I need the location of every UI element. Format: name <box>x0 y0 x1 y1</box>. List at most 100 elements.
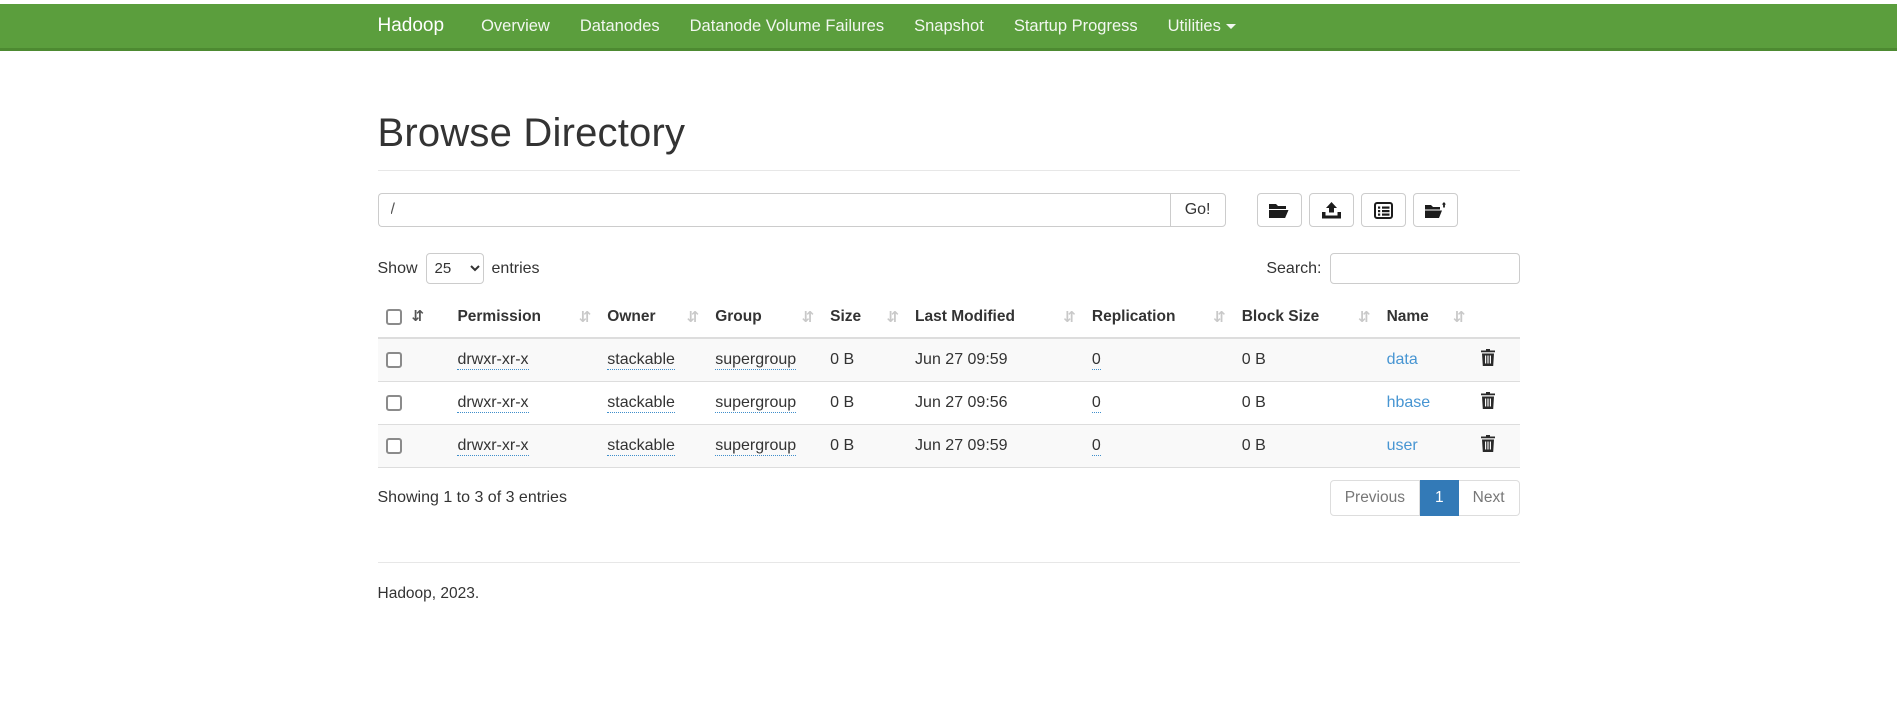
group-value[interactable]: supergroup <box>715 394 796 413</box>
sort-icon: ⇵ <box>1213 308 1226 326</box>
sort-icon: ⇵ <box>579 308 592 326</box>
owner-value[interactable]: stackable <box>607 394 675 413</box>
header-name-label: Name <box>1387 308 1429 325</box>
block-size-value: 0 B <box>1242 351 1266 368</box>
entries-label: entries <box>492 260 540 278</box>
folder-upload-button[interactable] <box>1413 193 1458 227</box>
top-navbar: Hadoop Overview Datanodes Datanode Volum… <box>0 4 1897 51</box>
block-size-value: 0 B <box>1242 437 1266 454</box>
page-title: Browse Directory <box>378 111 1520 156</box>
permission-value[interactable]: drwxr-xr-x <box>457 394 528 413</box>
header-delete <box>1473 298 1519 338</box>
header-name[interactable]: Name ⇵ <box>1379 298 1474 338</box>
block-size-value: 0 B <box>1242 394 1266 411</box>
size-value: 0 B <box>830 394 854 411</box>
permission-value[interactable]: drwxr-xr-x <box>457 437 528 456</box>
table-row: drwxr-xr-x stackable supergroup 0 B Jun … <box>378 338 1520 382</box>
trash-icon <box>1481 397 1495 412</box>
header-last-modified-label: Last Modified <box>915 308 1015 325</box>
path-input-group: Go! <box>378 193 1226 227</box>
divider <box>378 170 1520 171</box>
create-directory-button[interactable] <box>1257 193 1302 227</box>
table-header-row: ⇵ Permission ⇵ Owner ⇵ Group ⇵ Size ⇵ Last M… <box>378 298 1520 338</box>
entries-summary: Showing 1 to 3 of 3 entries <box>378 489 567 507</box>
header-permission-label: Permission <box>457 308 541 325</box>
chevron-down-icon <box>1226 24 1236 29</box>
sort-active-icon: ⇵ <box>412 308 425 325</box>
row-checkbox[interactable] <box>386 395 402 411</box>
group-value[interactable]: supergroup <box>715 351 796 370</box>
nav-item-startup-progress[interactable]: Startup Progress <box>999 5 1153 48</box>
nav-item-datanode-volume-failures[interactable]: Datanode Volume Failures <box>675 5 899 48</box>
owner-value[interactable]: stackable <box>607 351 675 370</box>
header-replication[interactable]: Replication ⇵ <box>1084 298 1234 338</box>
sort-icon: ⇵ <box>886 308 899 326</box>
upload-icon <box>1322 202 1341 219</box>
header-permission[interactable]: Permission ⇵ <box>449 298 599 338</box>
header-owner-label: Owner <box>607 308 655 325</box>
delete-button[interactable] <box>1481 392 1495 409</box>
replication-value[interactable]: 0 <box>1092 394 1101 413</box>
pagination: Previous 1 Next <box>1330 480 1520 516</box>
file-list-button[interactable] <box>1361 193 1406 227</box>
row-checkbox[interactable] <box>386 352 402 368</box>
modified-value: Jun 27 09:56 <box>915 394 1008 411</box>
nav-item-snapshot[interactable]: Snapshot <box>899 5 999 48</box>
page-size-select[interactable]: 25 <box>426 253 484 284</box>
sort-icon: ⇵ <box>1063 308 1076 326</box>
sort-icon: ⇵ <box>802 308 815 326</box>
previous-page-button[interactable]: Previous <box>1330 480 1420 516</box>
modified-value: Jun 27 09:59 <box>915 351 1008 368</box>
header-block-size[interactable]: Block Size ⇵ <box>1234 298 1379 338</box>
header-group-label: Group <box>715 308 762 325</box>
table-row: drwxr-xr-x stackable supergroup 0 B Jun … <box>378 425 1520 468</box>
next-page-button[interactable]: Next <box>1459 480 1520 516</box>
nav-item-datanodes[interactable]: Datanodes <box>565 5 675 48</box>
header-group[interactable]: Group ⇵ <box>707 298 822 338</box>
delete-button[interactable] <box>1481 435 1495 452</box>
group-value[interactable]: supergroup <box>715 437 796 456</box>
list-icon <box>1374 202 1393 219</box>
upload-file-button[interactable] <box>1309 193 1354 227</box>
page-1-button[interactable]: 1 <box>1420 480 1459 516</box>
size-value: 0 B <box>830 437 854 454</box>
footer-text: Hadoop, 2023. <box>378 563 1520 603</box>
header-block-size-label: Block Size <box>1242 308 1320 325</box>
utilities-label: Utilities <box>1168 17 1221 35</box>
trash-icon <box>1481 354 1495 369</box>
sort-icon: ⇵ <box>687 308 700 326</box>
header-replication-label: Replication <box>1092 308 1176 325</box>
header-size-label: Size <box>830 308 861 325</box>
header-owner[interactable]: Owner ⇵ <box>599 298 707 338</box>
header-last-modified[interactable]: Last Modified ⇵ <box>907 298 1084 338</box>
sort-icon: ⇵ <box>1358 308 1371 326</box>
show-label: Show <box>378 260 418 278</box>
table-row: drwxr-xr-x stackable supergroup 0 B Jun … <box>378 382 1520 425</box>
search-input[interactable] <box>1330 253 1520 284</box>
open-folder-icon <box>1268 202 1290 219</box>
directory-table: ⇵ Permission ⇵ Owner ⇵ Group ⇵ Size ⇵ Last M… <box>378 298 1520 468</box>
brand-hadoop[interactable]: Hadoop <box>376 15 451 37</box>
owner-value[interactable]: stackable <box>607 437 675 456</box>
row-checkbox[interactable] <box>386 438 402 454</box>
replication-value[interactable]: 0 <box>1092 437 1101 456</box>
modified-value: Jun 27 09:59 <box>915 437 1008 454</box>
directory-link[interactable]: hbase <box>1387 394 1431 411</box>
delete-button[interactable] <box>1481 349 1495 366</box>
go-button[interactable]: Go! <box>1170 193 1226 227</box>
nav-item-overview[interactable]: Overview <box>466 5 565 48</box>
directory-link[interactable]: data <box>1387 351 1418 368</box>
search-label: Search: <box>1266 260 1321 278</box>
select-all-checkbox[interactable] <box>386 309 402 325</box>
header-select-all[interactable]: ⇵ <box>378 298 450 338</box>
trash-icon <box>1481 440 1495 455</box>
nav-dropdown-utilities[interactable]: Utilities <box>1153 5 1251 48</box>
directory-link[interactable]: user <box>1387 437 1418 454</box>
sort-icon: ⇵ <box>1453 308 1466 326</box>
header-size[interactable]: Size ⇵ <box>822 298 907 338</box>
replication-value[interactable]: 0 <box>1092 351 1101 370</box>
directory-path-input[interactable] <box>378 193 1170 227</box>
permission-value[interactable]: drwxr-xr-x <box>457 351 528 370</box>
folder-upload-icon <box>1424 201 1446 219</box>
size-value: 0 B <box>830 351 854 368</box>
